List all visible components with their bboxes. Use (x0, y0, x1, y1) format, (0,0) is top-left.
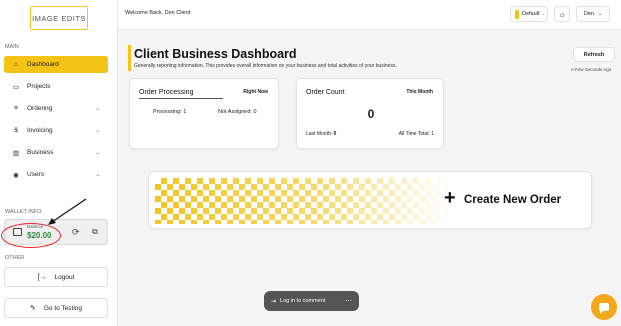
go-to-testing-button[interactable]: ✎ Go to Testing (4, 298, 108, 318)
dollar-icon: $ (14, 127, 18, 134)
theme-label: Default (522, 11, 540, 17)
logo[interactable]: IMAGE EDITS (30, 6, 88, 30)
processing-count: Processing: 1 (153, 109, 187, 115)
sidebar-item-users[interactable]: ◉ Users ⌄ (4, 166, 108, 183)
sidebar: IMAGE EDITS MAIN ⌂ Dashboard ▭ Projects … (0, 0, 118, 326)
logout-label: Logout (54, 273, 75, 281)
welcome-message: Welcome Back, Den Client (125, 10, 191, 16)
chevron-down-icon: ⌄ (95, 127, 100, 134)
last-month-label: Last Month: (306, 131, 333, 137)
logout-icon: [→ (37, 273, 47, 281)
other-section-label: OTHER (5, 255, 25, 261)
pencil-icon: ✎ (29, 305, 36, 312)
chevron-down-icon: ⌄ (95, 149, 100, 156)
card-period: Right Now (243, 89, 268, 95)
refresh-button[interactable]: Refresh (573, 47, 615, 62)
user-name: Den (583, 11, 594, 17)
sidebar-item-ordering[interactable]: ≡ Ordering ⌄ (4, 100, 108, 117)
logout-button[interactable]: [→ Logout (4, 267, 108, 287)
sidebar-item-projects[interactable]: ▭ Projects (4, 78, 108, 95)
card-period: This Month (406, 89, 433, 95)
order-processing-card: Order Processing Right Now Processing: 1… (129, 78, 279, 149)
building-icon: ▥ (12, 149, 20, 157)
main-section-label: MAIN (5, 44, 19, 50)
list-icon: ≡ (14, 105, 18, 112)
chevron-down-icon: ⌄ (597, 11, 603, 17)
user-icon: ◉ (13, 171, 19, 179)
theme-toggle-button[interactable]: ☼ (554, 6, 570, 22)
create-new-order-label: Create New Order (464, 194, 562, 206)
top-bar: Welcome Back, Den Client Default ⌄ ☼ Den… (118, 0, 621, 30)
title-accent-bar (128, 45, 131, 71)
theme-select[interactable]: Default ⌄ (510, 6, 548, 22)
annotation-circle (1, 223, 61, 248)
chevron-down-icon: ⌄ (95, 105, 100, 112)
home-icon: ⌂ (14, 61, 18, 68)
sidebar-item-dashboard[interactable]: ⌂ Dashboard (4, 56, 108, 73)
sun-icon: ☼ (558, 9, 566, 19)
go-to-testing-label: Go to Testing (43, 304, 83, 312)
comment-label: Log in to comment (280, 298, 326, 304)
create-new-order-button[interactable]: + Create New Order (148, 171, 592, 229)
last-refreshed-note: A Few Seconds Ago (571, 67, 612, 72)
folder-icon: ▭ (12, 83, 20, 91)
sidebar-item-label: Users (27, 171, 44, 178)
user-menu-button[interactable]: Den ⌄ (576, 6, 610, 22)
page-title: Client Business Dashboard (134, 47, 297, 61)
last-month-value: 0 (333, 131, 337, 137)
chat-button[interactable] (591, 294, 617, 320)
refresh-balance-icon[interactable]: ⟳ (72, 227, 80, 238)
sidebar-item-invoicing[interactable]: $ Invoicing ⌄ (4, 122, 108, 139)
card-title: Order Processing (139, 89, 194, 96)
card-title: Order Count (306, 89, 345, 96)
card-title-underline (139, 98, 223, 99)
sidebar-item-label: Projects (27, 83, 51, 90)
external-link-icon[interactable]: ⧉ (92, 227, 98, 237)
not-assigned-count: Not Assigned: 0 (218, 109, 257, 115)
chevron-down-icon: ⌄ (541, 11, 546, 16)
theme-swatch (515, 9, 519, 19)
sidebar-item-business[interactable]: ▥ Business ⌄ (4, 144, 108, 161)
logo-text: IMAGE EDITS (32, 13, 86, 23)
sidebar-item-label: Invoicing (27, 127, 53, 134)
log-in-to-comment-button[interactable]: ⇥ Log in to comment ⋯ (264, 291, 359, 311)
more-icon[interactable]: ⋯ (345, 297, 352, 305)
chat-icon (599, 303, 609, 314)
page-subtitle: Generally reporting information. This pr… (134, 63, 397, 69)
plus-icon: + (444, 187, 456, 209)
login-icon: ⇥ (271, 298, 277, 305)
sidebar-item-label: Ordering (27, 105, 53, 112)
all-time-total: All Time Total: 1 (398, 131, 434, 137)
order-count-card: Order Count This Month 0 Last Month: 0 A… (296, 78, 444, 149)
wallet-section-label: WALLET INFO (5, 209, 42, 215)
last-month-count: Last Month: 0 (306, 131, 336, 137)
chevron-down-icon: ⌄ (95, 171, 100, 178)
annotation-arrow (48, 198, 87, 225)
sidebar-item-label: Dashboard (27, 61, 59, 68)
order-count-value: 0 (367, 107, 375, 121)
sidebar-item-label: Business (27, 149, 54, 156)
